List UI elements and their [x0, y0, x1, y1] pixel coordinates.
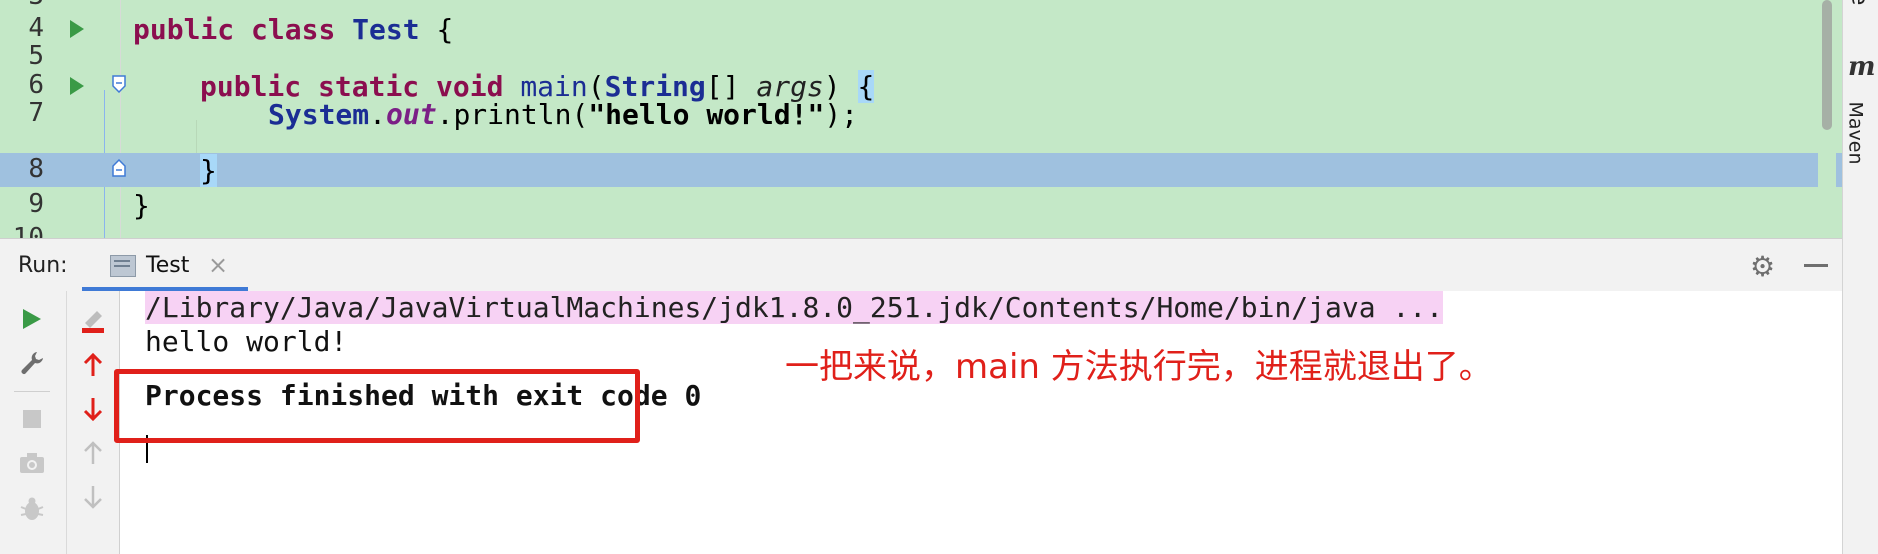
code-editor[interactable]: 3 4 public class Test { 5 6 public stati… [0, 0, 1842, 238]
annotation-text: 一把来说，main 方法执行完，进程就退出了。 [785, 347, 1493, 387]
run-toolbar-primary [0, 291, 67, 554]
snapshot-button[interactable] [14, 445, 50, 481]
tool-strip-label[interactable]: e [1846, 0, 1871, 5]
run-gutter-icon[interactable] [70, 77, 84, 95]
run-gutter-icon[interactable] [70, 20, 84, 38]
code-line[interactable]: 10 [0, 222, 1842, 238]
settings-button[interactable] [14, 345, 50, 381]
rerun-button[interactable] [14, 301, 50, 337]
scroll-up-icon [84, 441, 102, 464]
code-text: } [133, 189, 150, 222]
console-tab-icon [110, 255, 136, 277]
clear-all-button[interactable] [75, 303, 111, 339]
run-label: Run: [18, 253, 68, 278]
up-arrow-icon [83, 352, 103, 376]
console-command-line: /Library/Java/JavaVirtualMachines/jdk1.8… [145, 291, 1444, 324]
console-output-line: hello world! [145, 325, 348, 358]
tab-label: Test [146, 253, 190, 278]
tab-test[interactable]: Test × [82, 239, 248, 292]
wrench-icon [21, 352, 43, 374]
clear-icon [82, 311, 104, 333]
code-text: System.out.println("hello world!"); [268, 98, 859, 131]
right-tool-strip [1842, 0, 1878, 554]
fold-start-icon[interactable] [112, 75, 126, 93]
code-line[interactable]: 9 } [0, 188, 1842, 222]
stop-icon [23, 410, 41, 428]
code-text: } [200, 154, 217, 187]
maven-tool-button[interactable]: Maven [1844, 92, 1876, 172]
code-line-current[interactable]: 8 } [0, 153, 1842, 187]
maven-icon[interactable]: m [1848, 52, 1876, 82]
scroll-down-button[interactable] [75, 479, 111, 515]
line-number: 5 [28, 41, 44, 71]
scroll-down-icon [84, 486, 102, 509]
console-output[interactable]: /Library/Java/JavaVirtualMachines/jdk1.8… [114, 291, 1842, 554]
annotation-highlight-box [114, 369, 640, 443]
run-tool-header: Run: Test × ⚙ [0, 238, 1842, 292]
run-toolbar-secondary [67, 291, 120, 554]
minimize-icon[interactable] [1804, 264, 1828, 267]
close-icon[interactable]: × [208, 251, 228, 279]
line-number: 8 [28, 154, 44, 184]
next-occurrence-button[interactable] [75, 391, 111, 427]
down-arrow-icon [83, 398, 103, 422]
previous-occurrence-button[interactable] [75, 347, 111, 383]
stop-button[interactable] [14, 401, 50, 437]
maven-label: Maven [1844, 101, 1867, 165]
debug-button[interactable] [14, 491, 50, 527]
line-number: 3 [0, 0, 44, 11]
line-number: 4 [28, 13, 44, 43]
editor-scrollbar-thumb[interactable] [1822, 0, 1832, 130]
code-line[interactable]: 7 System.out.println("hello world!"); [0, 97, 1842, 131]
gear-icon[interactable]: ⚙ [1750, 250, 1775, 283]
bug-icon [20, 497, 44, 520]
toolbar-separator [14, 391, 50, 392]
fold-end-icon[interactable] [112, 159, 126, 177]
line-number: 7 [28, 98, 44, 128]
line-number: 6 [28, 70, 44, 100]
run-icon [23, 309, 41, 329]
line-number: 9 [28, 189, 44, 219]
line-number: 10 [12, 223, 44, 238]
camera-icon [20, 453, 44, 473]
scroll-up-button[interactable] [75, 435, 111, 471]
